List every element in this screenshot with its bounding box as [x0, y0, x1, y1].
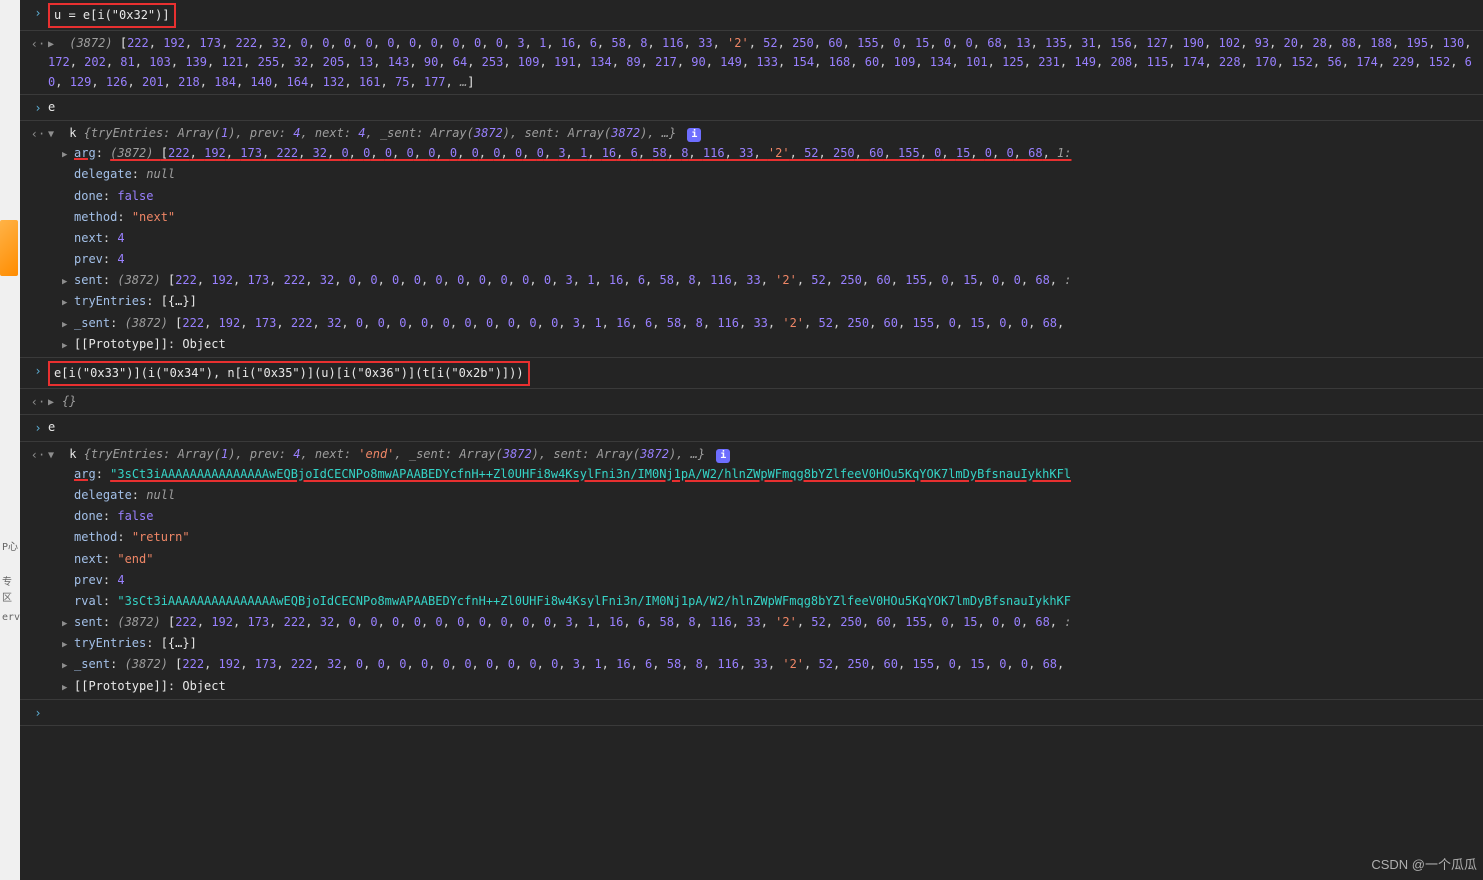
- output-marker: ‹·: [28, 33, 48, 54]
- object-summary-2[interactable]: k {tryEntries: Array(1), prev: 4, next: …: [69, 447, 705, 461]
- expand-caret[interactable]: ▼: [48, 125, 58, 143]
- caret-icon[interactable]: ▶: [62, 318, 72, 332]
- console-panel: › u = e[i("0x32")] ‹· ▶ (3872) [222, 192…: [20, 0, 1483, 880]
- caret-icon[interactable]: ▶: [62, 638, 72, 652]
- input-arrow: ›: [28, 360, 48, 381]
- left-txt3: erv: [2, 610, 20, 626]
- output-row-empty-obj: ‹· ▶{}: [20, 388, 1483, 414]
- input-arrow: ›: [28, 97, 48, 118]
- input-arrow: ›: [28, 2, 48, 23]
- output-row-k2: ‹· ▼ k {tryEntries: Array(1), prev: 4, n…: [20, 441, 1483, 699]
- watermark: CSDN @一个瓜瓜: [1371, 855, 1477, 876]
- caret-icon[interactable]: ▶: [62, 296, 72, 310]
- caret-icon[interactable]: ▶: [62, 617, 72, 631]
- input-row-empty[interactable]: ›: [20, 699, 1483, 726]
- array-preview: (3872) [222, 192, 173, 222, 32, 0, 0, 0,…: [48, 36, 1472, 88]
- left-txt1: P心: [2, 540, 18, 556]
- expand-caret[interactable]: ▶: [48, 393, 58, 411]
- input-arrow: ›: [28, 702, 48, 723]
- output-marker: ‹·: [28, 444, 48, 465]
- output-row-k1: ‹· ▼ k {tryEntries: Array(1), prev: 4, n…: [20, 120, 1483, 357]
- output-marker: ‹·: [28, 391, 48, 412]
- left-thumb: [0, 220, 18, 276]
- highlighted-expr-1: u = e[i("0x32")]: [48, 3, 176, 28]
- caret-icon[interactable]: ▶: [62, 681, 72, 695]
- input-row-e2[interactable]: › e: [20, 414, 1483, 440]
- expand-caret[interactable]: ▶: [48, 35, 58, 53]
- input-arrow: ›: [28, 417, 48, 438]
- expand-caret[interactable]: ▼: [48, 446, 58, 464]
- input-row-1[interactable]: › u = e[i("0x32")]: [20, 0, 1483, 30]
- left-txt2: 专区: [2, 575, 20, 607]
- output-marker: ‹·: [28, 123, 48, 144]
- caret-icon[interactable]: ▶: [62, 659, 72, 673]
- output-row-array: ‹· ▶ (3872) [222, 192, 173, 222, 32, 0, …: [20, 30, 1483, 94]
- caret-icon[interactable]: ▶: [62, 148, 72, 162]
- left-strip: P心 专区 erv: [0, 0, 20, 880]
- input-row-e1[interactable]: › e: [20, 94, 1483, 120]
- info-icon[interactable]: i: [687, 128, 701, 142]
- caret-icon[interactable]: ▶: [62, 275, 72, 289]
- input-row-expr2[interactable]: › e[i("0x33")](i("0x34"), n[i("0x35")](u…: [20, 357, 1483, 388]
- info-icon[interactable]: i: [716, 449, 730, 463]
- caret-icon[interactable]: ▶: [62, 339, 72, 353]
- highlighted-expr-2: e[i("0x33")](i("0x34"), n[i("0x35")](u)[…: [48, 361, 530, 386]
- object-summary-1[interactable]: k {tryEntries: Array(1), prev: 4, next: …: [69, 126, 676, 140]
